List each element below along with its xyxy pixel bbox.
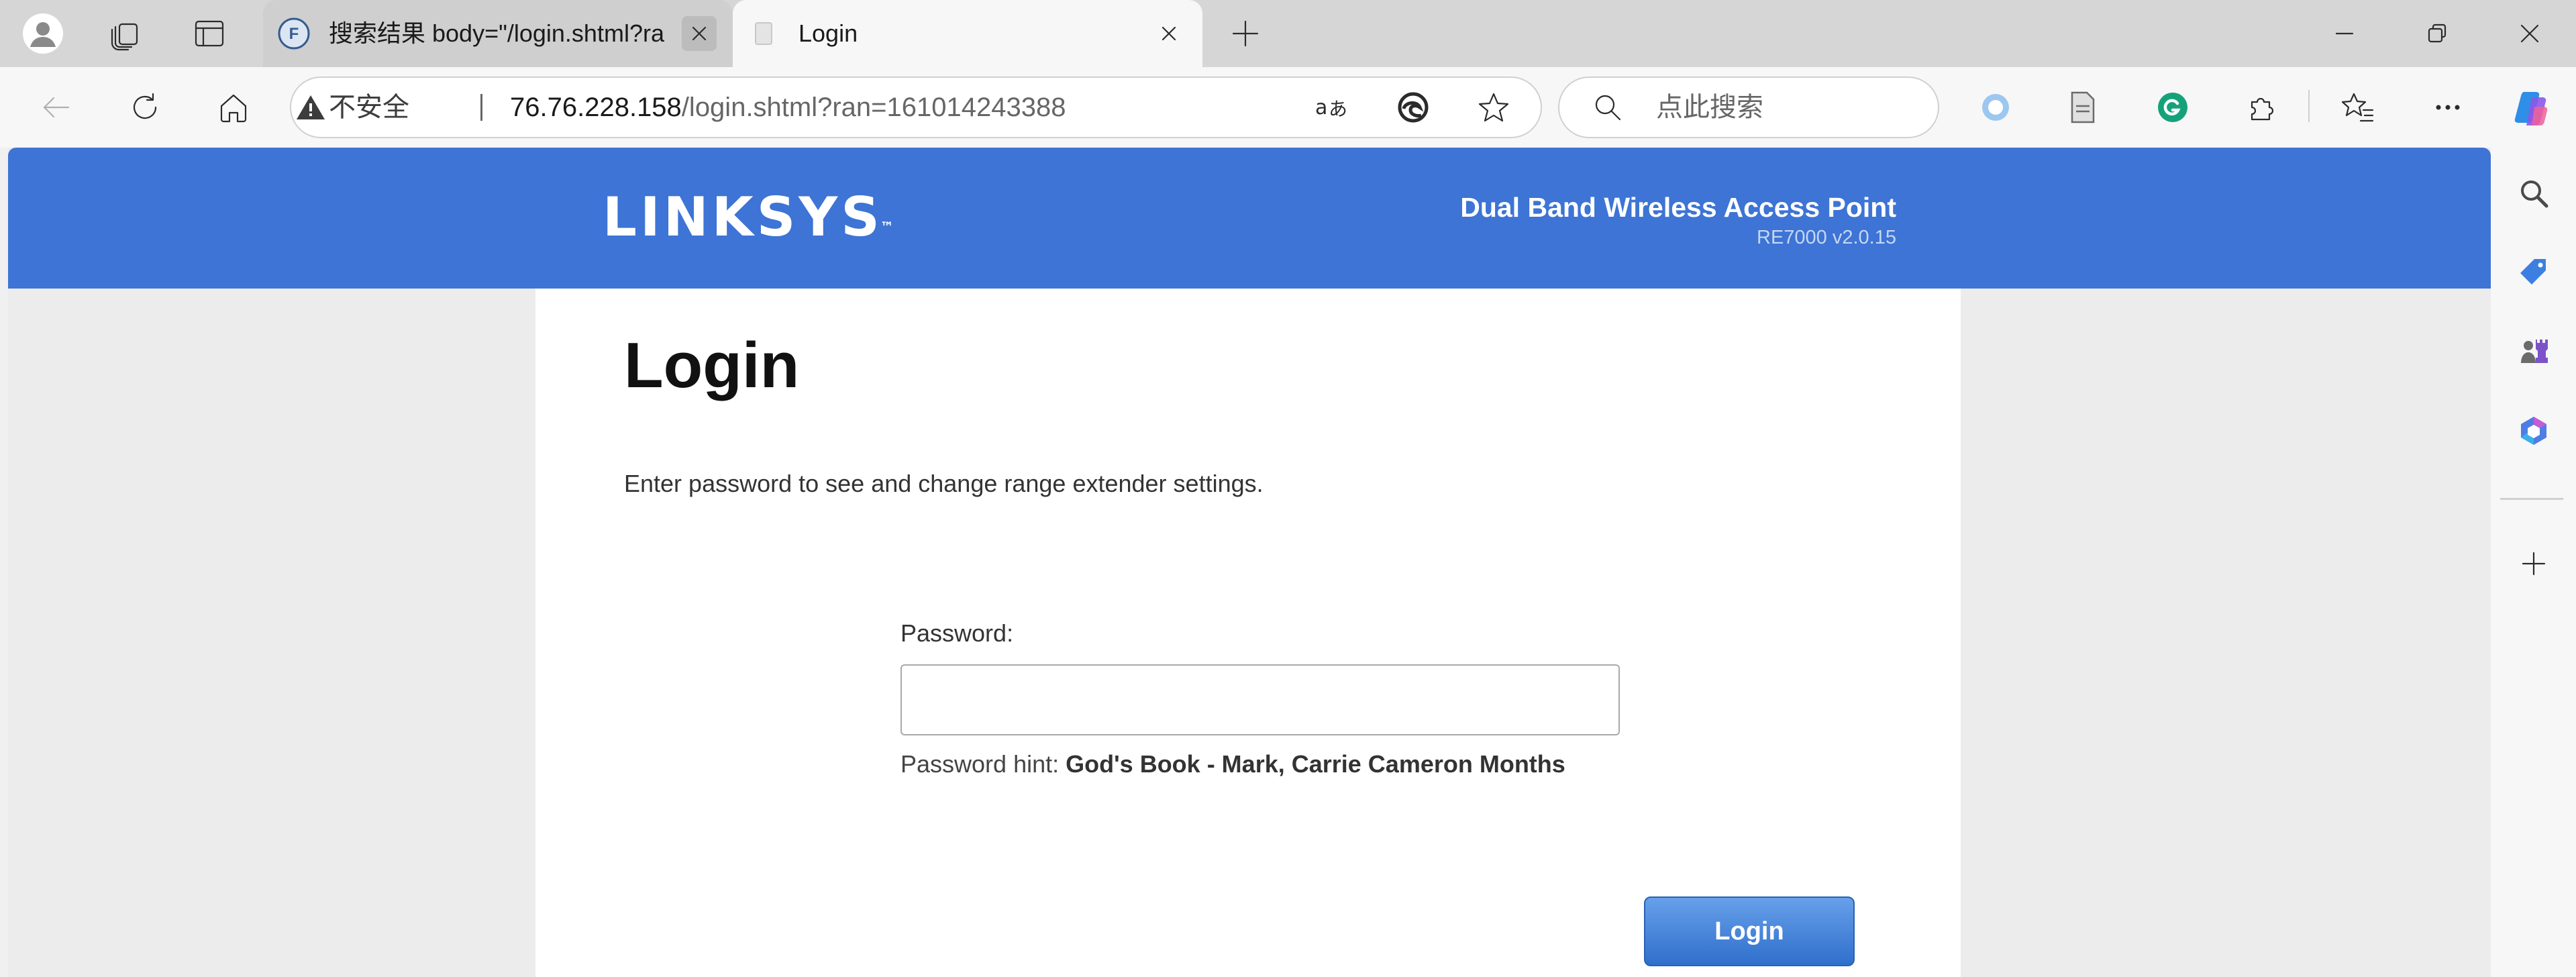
url-text[interactable]: 76.76.228.158/login.shtml?ran=1610142433…	[510, 78, 1066, 137]
tab-login[interactable]: Login	[733, 0, 1202, 67]
page-header: LINKSYS™ Dual Band Wireless Access Point…	[8, 148, 2491, 289]
profile-icon[interactable]	[21, 12, 64, 55]
url-host: 76.76.228.158	[510, 93, 682, 122]
password-hint-value: God's Book - Mark, Carrie Cameron Months	[1066, 750, 1565, 778]
add-icon[interactable]	[2512, 542, 2555, 585]
collections-icon[interactable]	[103, 12, 146, 55]
web-page: LINKSYS™ Dual Band Wireless Access Point…	[8, 148, 2491, 977]
linksys-logo: LINKSYS™	[603, 186, 894, 248]
page-title: Login	[624, 329, 800, 401]
browser-toolbar: 不安全 76.76.228.158/login.shtml?ran=161014…	[0, 67, 2576, 148]
svg-text:a: a	[1315, 96, 1327, 119]
tab-actions-icon[interactable]	[188, 12, 231, 55]
favorites-icon[interactable]	[2336, 86, 2379, 129]
grammarly-icon[interactable]	[2151, 86, 2194, 129]
login-card: Login Enter password to see and change r…	[535, 289, 1961, 977]
login-button[interactable]: Login	[1644, 896, 1855, 966]
games-icon[interactable]	[2512, 330, 2555, 373]
tab-title: Login	[798, 19, 858, 47]
search-box[interactable]: 点此搜索	[1558, 76, 1939, 138]
svg-text:F: F	[289, 25, 299, 43]
more-icon[interactable]	[2426, 86, 2469, 129]
office-icon[interactable]	[2512, 409, 2555, 452]
warning-icon[interactable]	[291, 78, 326, 137]
product-name: Dual Band Wireless Access Point	[1460, 192, 1896, 223]
close-tab-icon[interactable]	[1151, 16, 1186, 51]
shopping-tag-icon[interactable]	[2512, 251, 2555, 294]
fofa-favicon-icon: F	[276, 16, 311, 51]
password-label: Password:	[900, 619, 1014, 647]
refresh-icon[interactable]	[123, 86, 166, 129]
close-tab-icon[interactable]	[682, 16, 717, 51]
edge-icon[interactable]	[1392, 86, 1435, 129]
search-placeholder: 点此搜索	[1656, 93, 1763, 122]
document-icon[interactable]	[2061, 86, 2104, 129]
sidebar-divider	[2500, 498, 2563, 500]
read-aloud-icon[interactable]: aあ	[1311, 86, 1354, 129]
home-icon[interactable]	[212, 86, 255, 129]
url-path: /login.shtml?ran=161014243388	[681, 93, 1066, 122]
login-intro-text: Enter password to see and change range e…	[624, 470, 1264, 497]
copilot-icon[interactable]	[2511, 86, 2554, 129]
edge-sidebar	[2491, 148, 2576, 977]
svg-text:あ: あ	[1329, 98, 1347, 120]
extension-circle-icon[interactable]	[1974, 86, 2017, 129]
back-icon[interactable]	[35, 86, 78, 129]
search-icon[interactable]	[2512, 172, 2555, 215]
tab-search-results[interactable]: F 搜索结果 body="/login.shtml?ran=16101424	[263, 0, 733, 67]
favorite-star-icon[interactable]	[1472, 86, 1515, 129]
password-hint-label: Password hint:	[900, 750, 1066, 778]
tab-title: 搜索结果 body="/login.shtml?ran=16101424	[329, 19, 664, 47]
new-tab-icon[interactable]	[1224, 12, 1267, 55]
minimize-icon[interactable]	[2323, 12, 2366, 55]
close-window-icon[interactable]	[2508, 12, 2551, 55]
password-field[interactable]	[900, 664, 1620, 735]
restore-icon[interactable]	[2416, 12, 2459, 55]
product-model: RE7000 v2.0.15	[1757, 227, 1896, 248]
search-icon	[1589, 89, 1627, 126]
page-favicon-icon	[746, 16, 781, 51]
security-label[interactable]: 不安全	[329, 78, 409, 137]
toolbar-divider	[2308, 90, 2310, 122]
extensions-icon[interactable]	[2240, 86, 2283, 129]
address-bar[interactable]: 不安全 76.76.228.158/login.shtml?ran=161014…	[290, 76, 1542, 138]
address-separator	[480, 94, 482, 121]
password-hint: Password hint: God's Book - Mark, Carrie…	[900, 750, 1565, 778]
tab-strip: F 搜索结果 body="/login.shtml?ran=16101424 L…	[0, 0, 2576, 67]
